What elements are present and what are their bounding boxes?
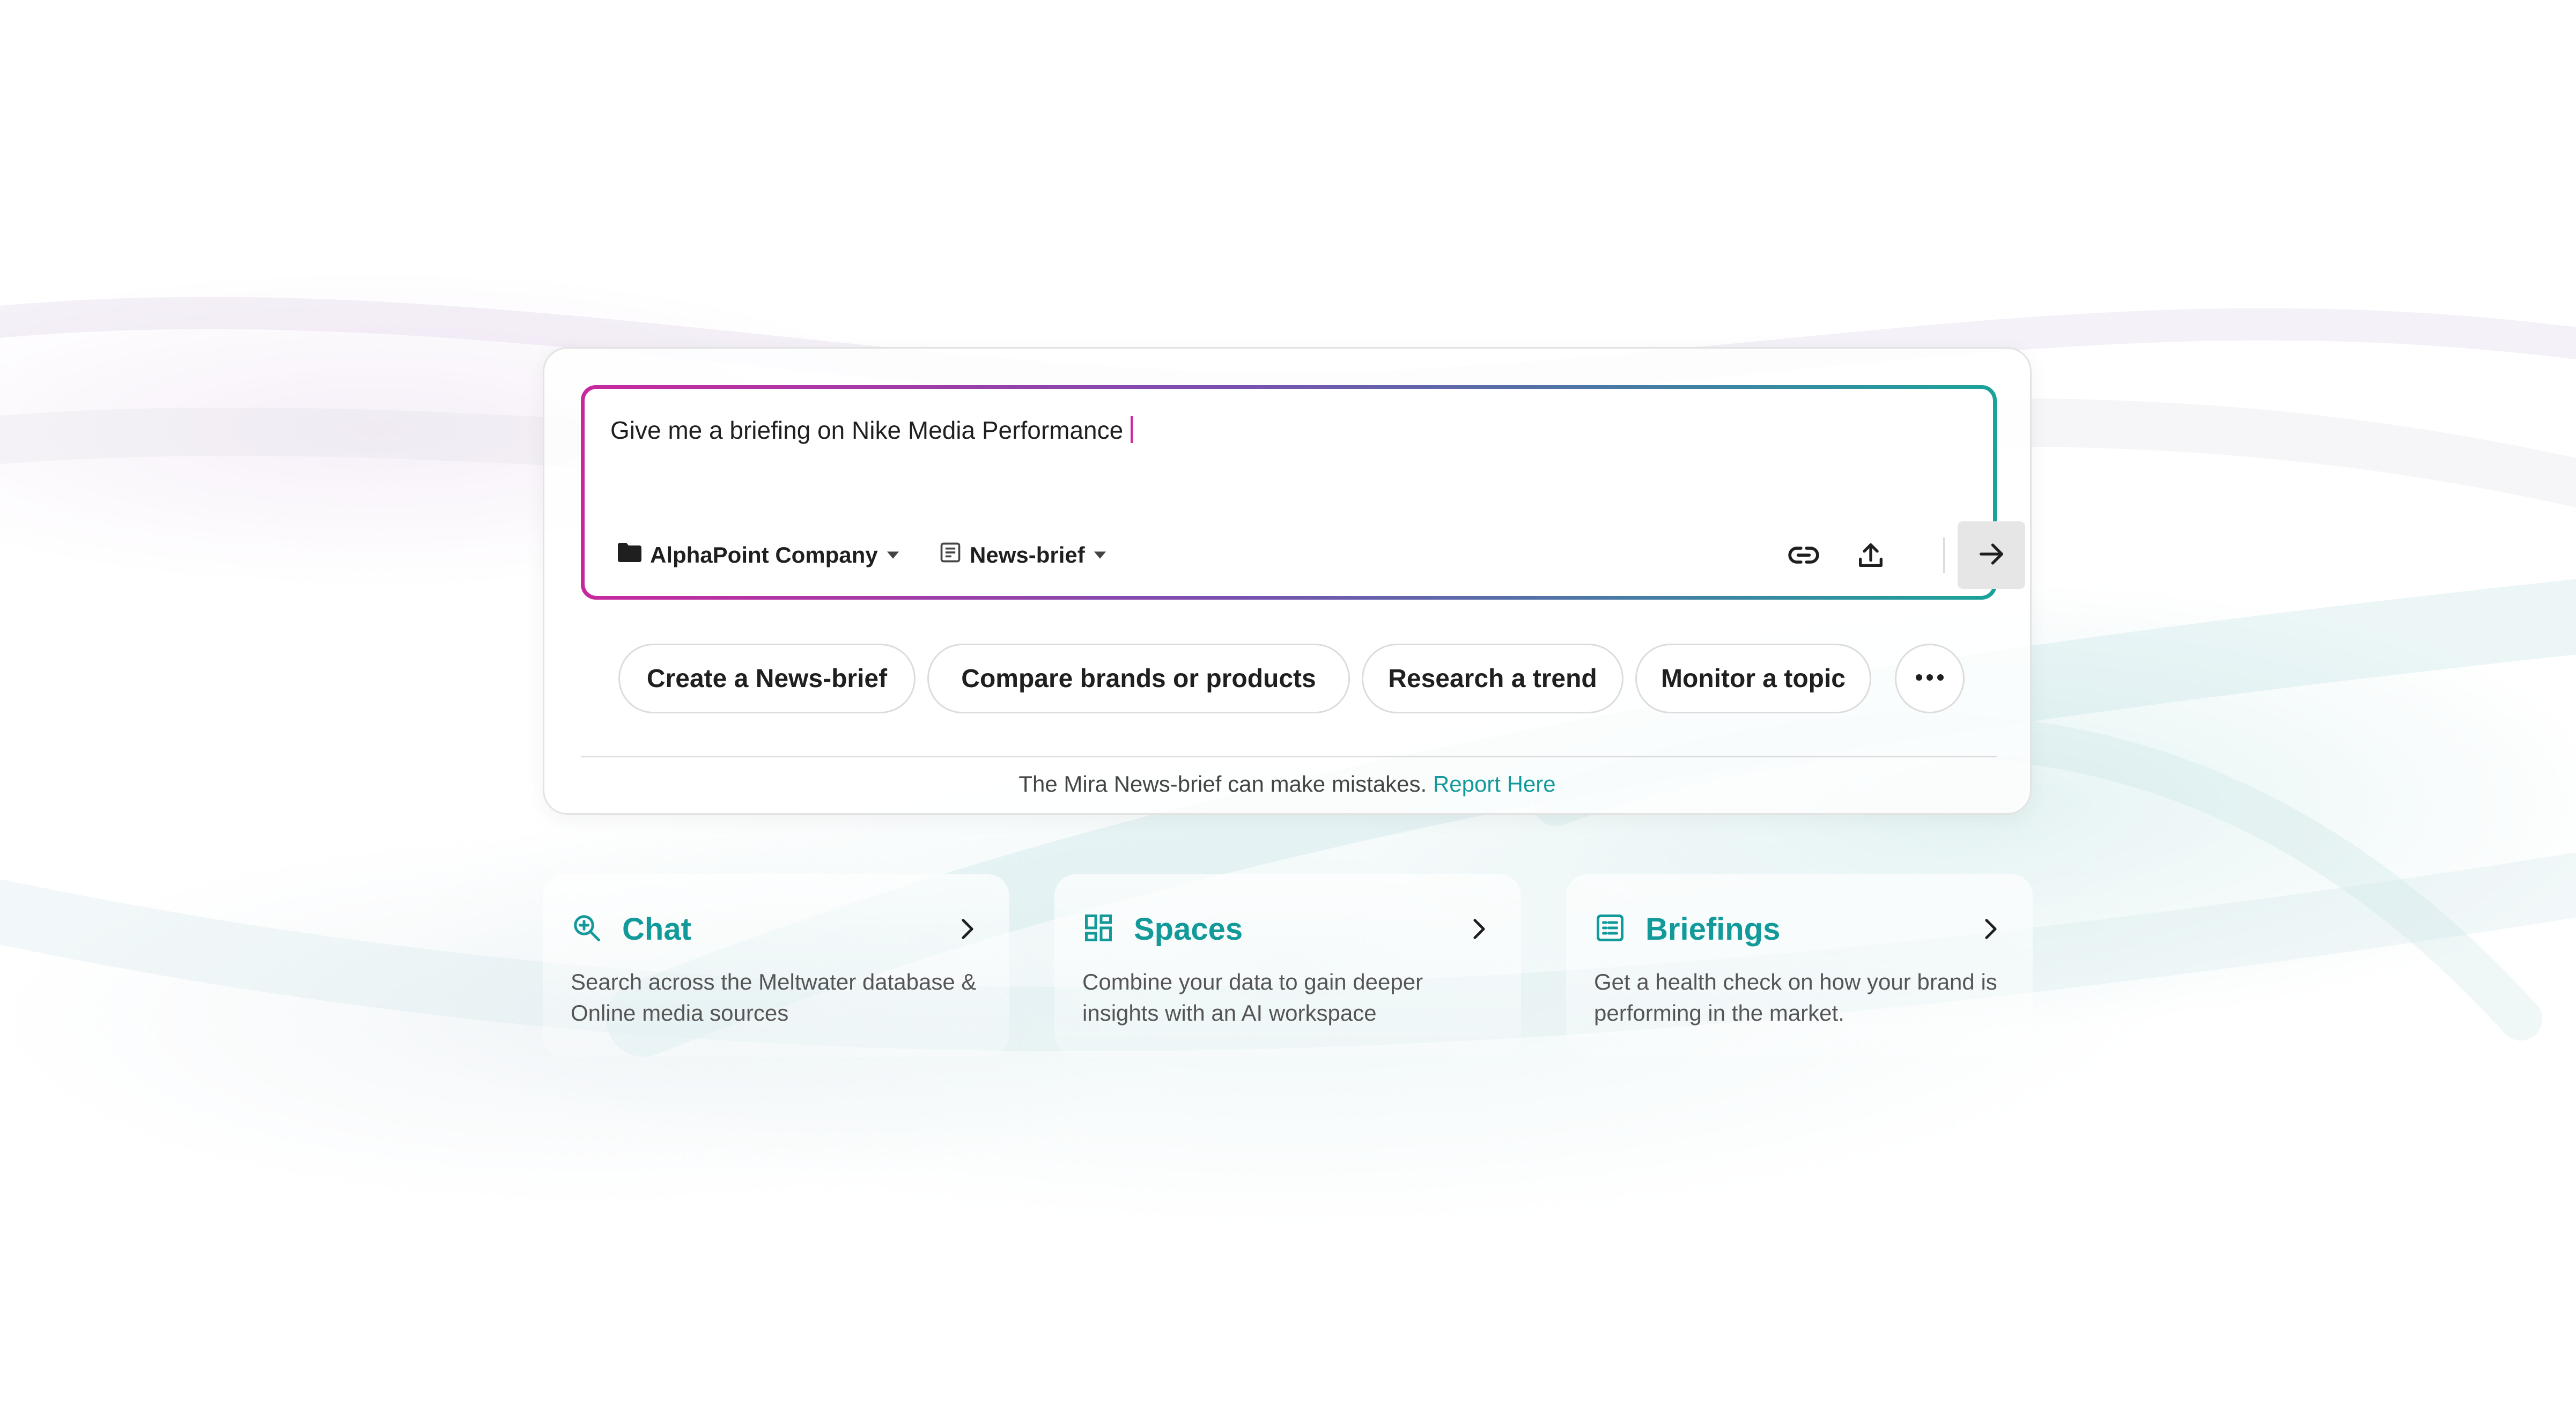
suggestion-create-news-brief[interactable]: Create a News-brief — [618, 644, 916, 713]
more-horizontal-icon — [1916, 674, 1944, 684]
disclaimer: The Mira News-brief can make mistakes. R… — [544, 771, 2030, 797]
chevron-right-icon — [1468, 918, 1490, 940]
document-icon — [1594, 912, 1626, 947]
caret-down-icon — [1093, 536, 1108, 574]
arrow-right-icon — [1976, 539, 2007, 572]
feature-description: Search across the Meltwater database & O… — [571, 969, 977, 1026]
text-caret — [1131, 416, 1133, 443]
caret-down-icon — [885, 536, 901, 574]
toolbar-divider — [1943, 537, 1945, 573]
send-button[interactable] — [1958, 521, 2025, 589]
company-selector[interactable]: AlphaPoint Company — [617, 536, 901, 574]
suggestion-compare-brands[interactable]: Compare brands or products — [927, 644, 1350, 713]
divider — [581, 756, 1997, 757]
chevron-right-icon — [1980, 918, 2002, 940]
type-selector[interactable]: News-brief — [939, 536, 1108, 574]
report-link[interactable]: Report Here — [1433, 771, 1556, 796]
folder-icon — [617, 542, 643, 569]
feature-title: Spaces — [1134, 911, 1243, 947]
search-icon — [571, 912, 603, 947]
feature-description: Combine your data to gain deeper insight… — [1082, 969, 1423, 1026]
suggestion-monitor-topic[interactable]: Monitor a topic — [1635, 644, 1871, 713]
prompt-toolbar: AlphaPoint Company News-brief — [610, 521, 2025, 589]
dashboard-icon — [1082, 912, 1114, 947]
disclaimer-text: The Mira News-brief can make mistakes. — [1018, 771, 1427, 796]
prompt-input[interactable]: Give me a briefing on Nike Media Perform… — [610, 416, 1133, 445]
link-icon[interactable] — [1785, 536, 1822, 574]
feature-card-chat[interactable]: Chat Search across the Meltwater databas… — [543, 874, 1009, 1057]
document-icon — [939, 541, 962, 570]
prompt-input-box[interactable]: Give me a briefing on Nike Media Perform… — [581, 385, 2025, 600]
type-selector-label: News-brief — [970, 542, 1085, 567]
feature-title: Chat — [622, 911, 691, 947]
upload-icon[interactable] — [1852, 536, 1889, 574]
feature-card-briefings[interactable]: Briefings Get a health check on how your… — [1566, 874, 2033, 1057]
composer-card: Give me a briefing on Nike Media Perform… — [543, 347, 2032, 815]
company-selector-label: AlphaPoint Company — [650, 542, 878, 567]
suggestion-research-trend[interactable]: Research a trend — [1362, 644, 1623, 713]
chevron-right-icon — [957, 918, 978, 940]
more-suggestions-button[interactable] — [1895, 644, 1965, 713]
feature-description: Get a health check on how your brand is … — [1594, 969, 1997, 1026]
feature-title: Briefings — [1645, 911, 1781, 947]
feature-card-spaces[interactable]: Spaces Combine your data to gain deeper … — [1054, 874, 1521, 1057]
